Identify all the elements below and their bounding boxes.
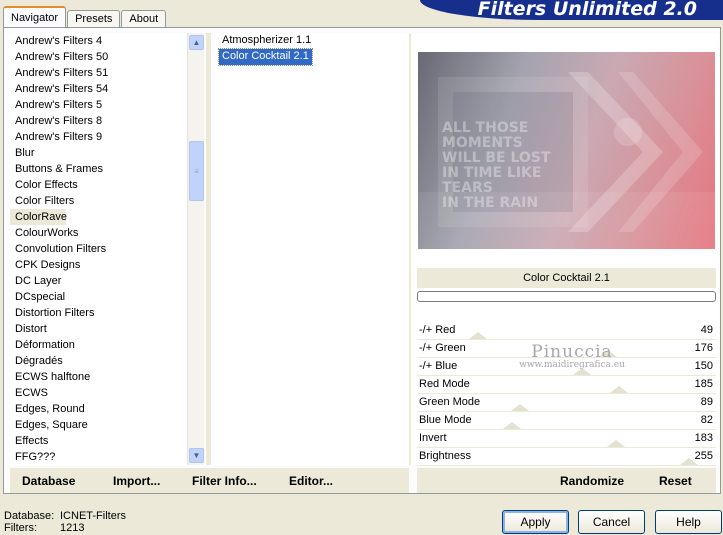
category-item[interactable]: Effects [10, 433, 206, 449]
preview-artwork: ALL THOSE MOMENTS WILL BE LOST IN TIME L… [418, 52, 715, 249]
import-button[interactable]: Import... [113, 474, 160, 488]
editor-button[interactable]: Editor... [289, 474, 333, 488]
category-item[interactable]: ColourWorks [10, 225, 206, 241]
category-item[interactable]: ECWS [10, 385, 206, 401]
category-item[interactable]: ECWS halftone [10, 369, 206, 385]
filter-list[interactable]: Atmospherizer 1.1 Color Cocktail 2.1 [215, 33, 409, 465]
help-button[interactable]: Help [655, 510, 722, 534]
parameter-slider[interactable]: Brightness 255 [417, 448, 716, 466]
parameter-slider[interactable]: Red Mode 185 [417, 376, 716, 394]
filters-label: Filters: [4, 522, 37, 534]
database-value: ICNET-Filters [60, 510, 126, 522]
progress-bar [417, 291, 716, 302]
category-item[interactable]: Dégradés [10, 353, 206, 369]
parameter-name: Brightness [419, 450, 471, 462]
filter-items: Atmospherizer 1.1 Color Cocktail 2.1 [215, 33, 409, 66]
parameter-slider[interactable]: Invert 183 [417, 430, 716, 448]
category-item[interactable]: Andrew's Filters 9 [10, 129, 206, 145]
filter-item[interactable]: Color Cocktail 2.1 [218, 48, 313, 66]
database-label: Database: [4, 510, 55, 522]
category-item[interactable]: Distort [10, 321, 206, 337]
category-item[interactable]: FFG??? [10, 449, 206, 465]
category-item[interactable]: Blur [10, 145, 206, 161]
parameter-value: 185 [694, 378, 713, 390]
slider-thumb[interactable] [680, 458, 698, 465]
tab-navigator[interactable]: Navigator [3, 6, 67, 28]
parameter-name: Green Mode [419, 396, 481, 408]
preview-image: ALL THOSE MOMENTS WILL BE LOST IN TIME L… [418, 52, 715, 249]
parameter-value: 176 [694, 342, 713, 354]
apply-button[interactable]: Apply [502, 510, 569, 534]
parameter-value: 49 [700, 324, 713, 336]
parameter-slider[interactable]: -/+ Red 49 [417, 322, 716, 340]
category-item[interactable]: Color Effects [10, 177, 206, 193]
category-item[interactable]: Distortion Filters [10, 305, 206, 321]
parameter-name: Blue Mode [419, 414, 472, 426]
slider-thumb[interactable] [503, 422, 522, 429]
parameter-name: Red Mode [419, 378, 470, 390]
current-filter-name: Color Cocktail 2.1 [417, 268, 716, 288]
category-item[interactable]: Edges, Square [10, 417, 206, 433]
cancel-button[interactable]: Cancel [578, 510, 645, 534]
category-item[interactable]: Color Filters [10, 193, 206, 209]
app-banner: Filters Unlimited 2.0 [420, 0, 723, 20]
category-item[interactable]: DCspecial [10, 289, 206, 305]
parameter-name: -/+ Green [419, 342, 466, 354]
category-item[interactable]: Andrew's Filters 50 [10, 49, 206, 65]
separator [206, 33, 211, 465]
parameter-value: 89 [700, 396, 713, 408]
filters-count: 1213 [60, 522, 85, 534]
parameter-name: Invert [419, 432, 447, 444]
slider-thumb[interactable] [609, 386, 628, 393]
filter-item[interactable]: Atmospherizer 1.1 [219, 33, 314, 49]
category-scrollbar[interactable]: ▲ ≡ ▼ [187, 33, 204, 465]
category-item[interactable]: Andrew's Filters 4 [10, 33, 206, 49]
parameter-value: 150 [694, 360, 713, 372]
watermark-name: Pinuccia [531, 342, 613, 362]
category-item[interactable]: CPK Designs [10, 257, 206, 273]
slider-thumb[interactable] [607, 440, 626, 447]
parameter-value: 183 [694, 432, 713, 444]
status-area: Database: ICNET-Filters Filters: 1213 [4, 510, 126, 534]
category-item[interactable]: ColorRave [10, 209, 67, 225]
slider-thumb[interactable] [511, 404, 529, 411]
reset-button[interactable]: Reset [659, 474, 692, 488]
category-item[interactable]: Andrew's Filters 8 [10, 113, 206, 129]
randomize-button[interactable]: Randomize [560, 474, 624, 488]
category-item[interactable]: Déformation [10, 337, 206, 353]
category-item[interactable]: Andrew's Filters 51 [10, 65, 206, 81]
parameter-slider[interactable]: Blue Mode 82 [417, 412, 716, 430]
parameter-name: -/+ Red [419, 324, 456, 336]
filter-info-button[interactable]: Filter Info... [192, 474, 257, 488]
scroll-down-button[interactable]: ▼ [189, 448, 204, 463]
tab-about[interactable]: About [121, 10, 167, 28]
toolbar-left: Database Import... Filter Info... Editor… [10, 468, 409, 493]
category-item[interactable]: Andrew's Filters 54 [10, 81, 206, 97]
category-item[interactable]: Convolution Filters [10, 241, 206, 257]
database-button[interactable]: Database [22, 474, 75, 488]
category-item[interactable]: Edges, Round [10, 401, 206, 417]
parameter-name: -/+ Blue [419, 360, 458, 372]
parameter-value: 82 [700, 414, 713, 426]
scroll-thumb[interactable]: ≡ [189, 141, 204, 201]
category-item[interactable]: Buttons & Frames [10, 161, 206, 177]
tab-bar: Navigator Presets About [3, 6, 167, 28]
parameter-slider[interactable]: Green Mode 89 [417, 394, 716, 412]
slider-thumb[interactable] [469, 332, 488, 339]
tab-presets[interactable]: Presets [67, 10, 121, 28]
category-item[interactable]: Andrew's Filters 5 [10, 97, 206, 113]
category-items: Andrew's Filters 4 Andrew's Filters 50 And… [10, 33, 206, 465]
grip-icon: ≡ [194, 166, 199, 176]
chevron-down-icon: ▼ [192, 451, 201, 460]
toolbar-right: Randomize Reset [417, 468, 716, 493]
watermark: Pinuccia www.maidiregrafica.eu [507, 342, 637, 370]
category-list[interactable]: Andrew's Filters 4 Andrew's Filters 50 And… [10, 33, 206, 465]
chevron-up-icon: ▲ [192, 38, 201, 47]
category-item[interactable]: DC Layer [10, 273, 206, 289]
scroll-up-button[interactable]: ▲ [189, 35, 204, 50]
watermark-url: www.maidiregrafica.eu [519, 360, 625, 370]
